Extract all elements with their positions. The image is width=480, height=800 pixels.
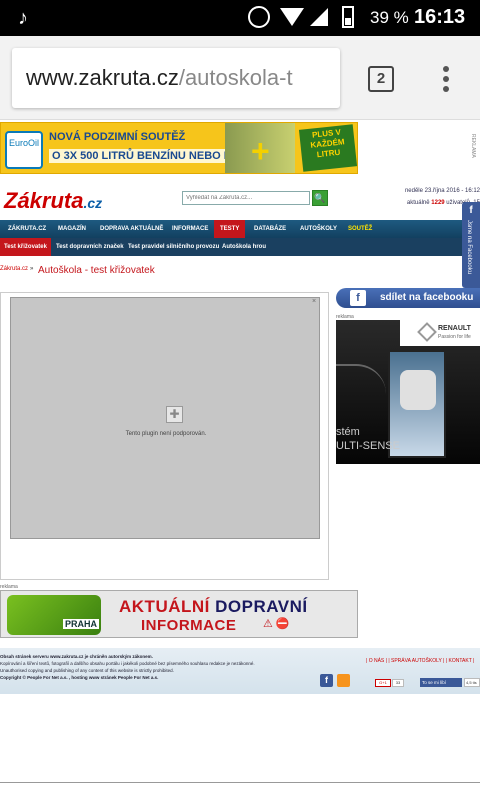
sub-nav: Test křižovatek Test dopravních značek T… [0,238,472,256]
url-host: www.zakruta.cz [26,65,179,90]
renault-tagline: Passion for life [438,334,471,340]
breadcrumb-home[interactable]: Zákruta.cz [0,266,28,272]
battery-icon [342,6,354,28]
web-page: EuroOil NOVÁ PODZIMNÍ SOUTĚŽ O 3X 500 LI… [0,120,480,800]
subnav-test-krizovatek[interactable]: Test křižovatek [0,238,51,256]
like-count: 4,5 tis [464,678,480,687]
page-title: Autoškola - test křižovatek [38,265,155,276]
renault-brand: RENAULT [438,325,471,332]
main-nav: ZÁKRUTA.CZ MAGAZÍN DOPRAVA AKTUÁLNĚ INFO… [0,220,472,238]
site-header: Zákruta.cz 🔍 neděle 23.října 2016 - 16:1… [0,176,480,226]
banner-line-2: INFORMACE [141,617,237,634]
dashboard-image [336,364,386,424]
music-note-icon: ♪ [18,7,28,29]
subnav-test-pravidel[interactable]: Test pravidel silničního provozu [128,238,219,256]
renault-ad[interactable]: RENAULT Passion for life stém ULTI-SENSE [336,320,480,464]
footer-copyright-3: Unauthorised copying and publishing of a… [0,668,174,673]
nav-item-informace[interactable]: INFORMACE [172,220,208,238]
site-search-input[interactable] [182,191,310,205]
traffic-info-banner-ad[interactable]: PRAHA AKTUÁLNÍ DOPRAVNÍ INFORMACE ⚠ ⛔ [0,590,358,638]
overflow-menu-icon[interactable] [436,64,456,94]
renault-text-1: stém [336,426,360,438]
site-footer: Obsah stránek serveru www.zakruta.cz je … [0,648,480,694]
renault-text-2: ULTI-SENSE [336,440,400,452]
url-field[interactable]: www.zakruta.cz/autoskola-t [12,48,340,108]
site-logo[interactable]: Zákruta.cz [4,188,102,214]
traffic-signs-icon: ⚠ ⛔ [263,618,290,630]
browser-toolbar: www.zakruta.cz/autoskola-t 2 [0,36,480,120]
clock: 16:13 [414,6,466,28]
signal-icon [310,8,328,26]
nav-item-doprava[interactable]: DOPRAVA AKTUÁLNĚ [100,220,163,238]
rss-icon[interactable] [337,674,350,687]
google-plus-count: 33 [392,679,404,687]
subnav-autoskola-hrou[interactable]: Autoškola hrou [222,238,266,256]
footer-copyright-2: Kopírování a šíření textů, fotografií a … [0,661,255,666]
google-plus-button[interactable]: G+1 [375,679,391,687]
alarm-icon [248,6,270,28]
city-sign: PRAHA [63,619,100,629]
facebook-share-button[interactable]: f sdílet na facebooku [336,288,480,308]
plugin-message: Tento plugin není podporován. [125,431,207,437]
tab-switcher-button[interactable]: 2 [368,66,394,92]
nav-item-autoskoly[interactable]: AUTOŠKOLY [300,220,337,238]
search-button[interactable]: 🔍 [312,190,328,206]
close-icon[interactable]: × [312,298,316,305]
url-path: /autoskola-t [178,65,293,90]
nav-item-databaze[interactable]: DATABÁZE [254,220,286,238]
ad-label: REKLAMA [470,134,476,158]
plugin-container: ✚ Tento plugin není podporován. [0,292,329,580]
subnav-test-znacek[interactable]: Test dopravních značek [56,238,124,256]
breadcrumb: Zákruta.cz» [0,266,34,272]
facebook-icon: f [469,205,473,216]
banner-line-1: AKTUÁLNÍ DOPRAVNÍ [119,597,308,616]
puzzle-icon: ✚ [166,406,183,423]
footer-copyright-1: Obsah stránek serveru www.zakruta.cz je … [0,654,153,659]
facebook-side-label: Jsme na Facebooku [466,220,472,275]
divider [0,782,480,783]
euro-oil-logo: EuroOil [5,131,43,169]
nav-item-zakruta[interactable]: ZÁKRUTA.CZ [8,220,46,238]
nav-item-magazin[interactable]: MAGAZÍN [58,220,86,238]
footer-links[interactable]: | O NÁS | | SPRÁVA AUTOŠKOLY | | KONTAKT… [366,658,474,664]
current-date: neděle 23.října 2016 - 16:12 [404,188,480,194]
facebook-side-tab[interactable]: f Jsme na Facebooku [462,202,480,288]
battery-percent: 39 % [370,8,409,27]
ad-badge: PLUS V KAŽDÉM LITRU [298,124,358,172]
facebook-like-button[interactable]: To se mi líbí [420,678,462,687]
plus-icon: + [251,133,270,169]
share-label: sdílet na facebooku [380,292,474,303]
facebook-icon[interactable]: f [320,674,333,687]
unsupported-plugin[interactable]: ✚ Tento plugin není podporován. [10,297,320,539]
status-bar: ♪ 39 % 16:13 [0,0,480,36]
ad-headline: NOVÁ PODZIMNÍ SOUTĚŽ [49,131,186,143]
footer-copyright-4: Copyright © People For Net a.s. , hostin… [0,675,159,680]
euro-oil-banner-ad[interactable]: EuroOil NOVÁ PODZIMNÍ SOUTĚŽ O 3X 500 LI… [0,122,358,174]
nav-item-testy[interactable]: TESTY [214,220,246,238]
facebook-icon: f [350,290,366,306]
car-image [7,595,101,635]
wifi-icon [280,8,304,26]
nav-item-soutez[interactable]: SOUTĚŽ [348,220,372,238]
